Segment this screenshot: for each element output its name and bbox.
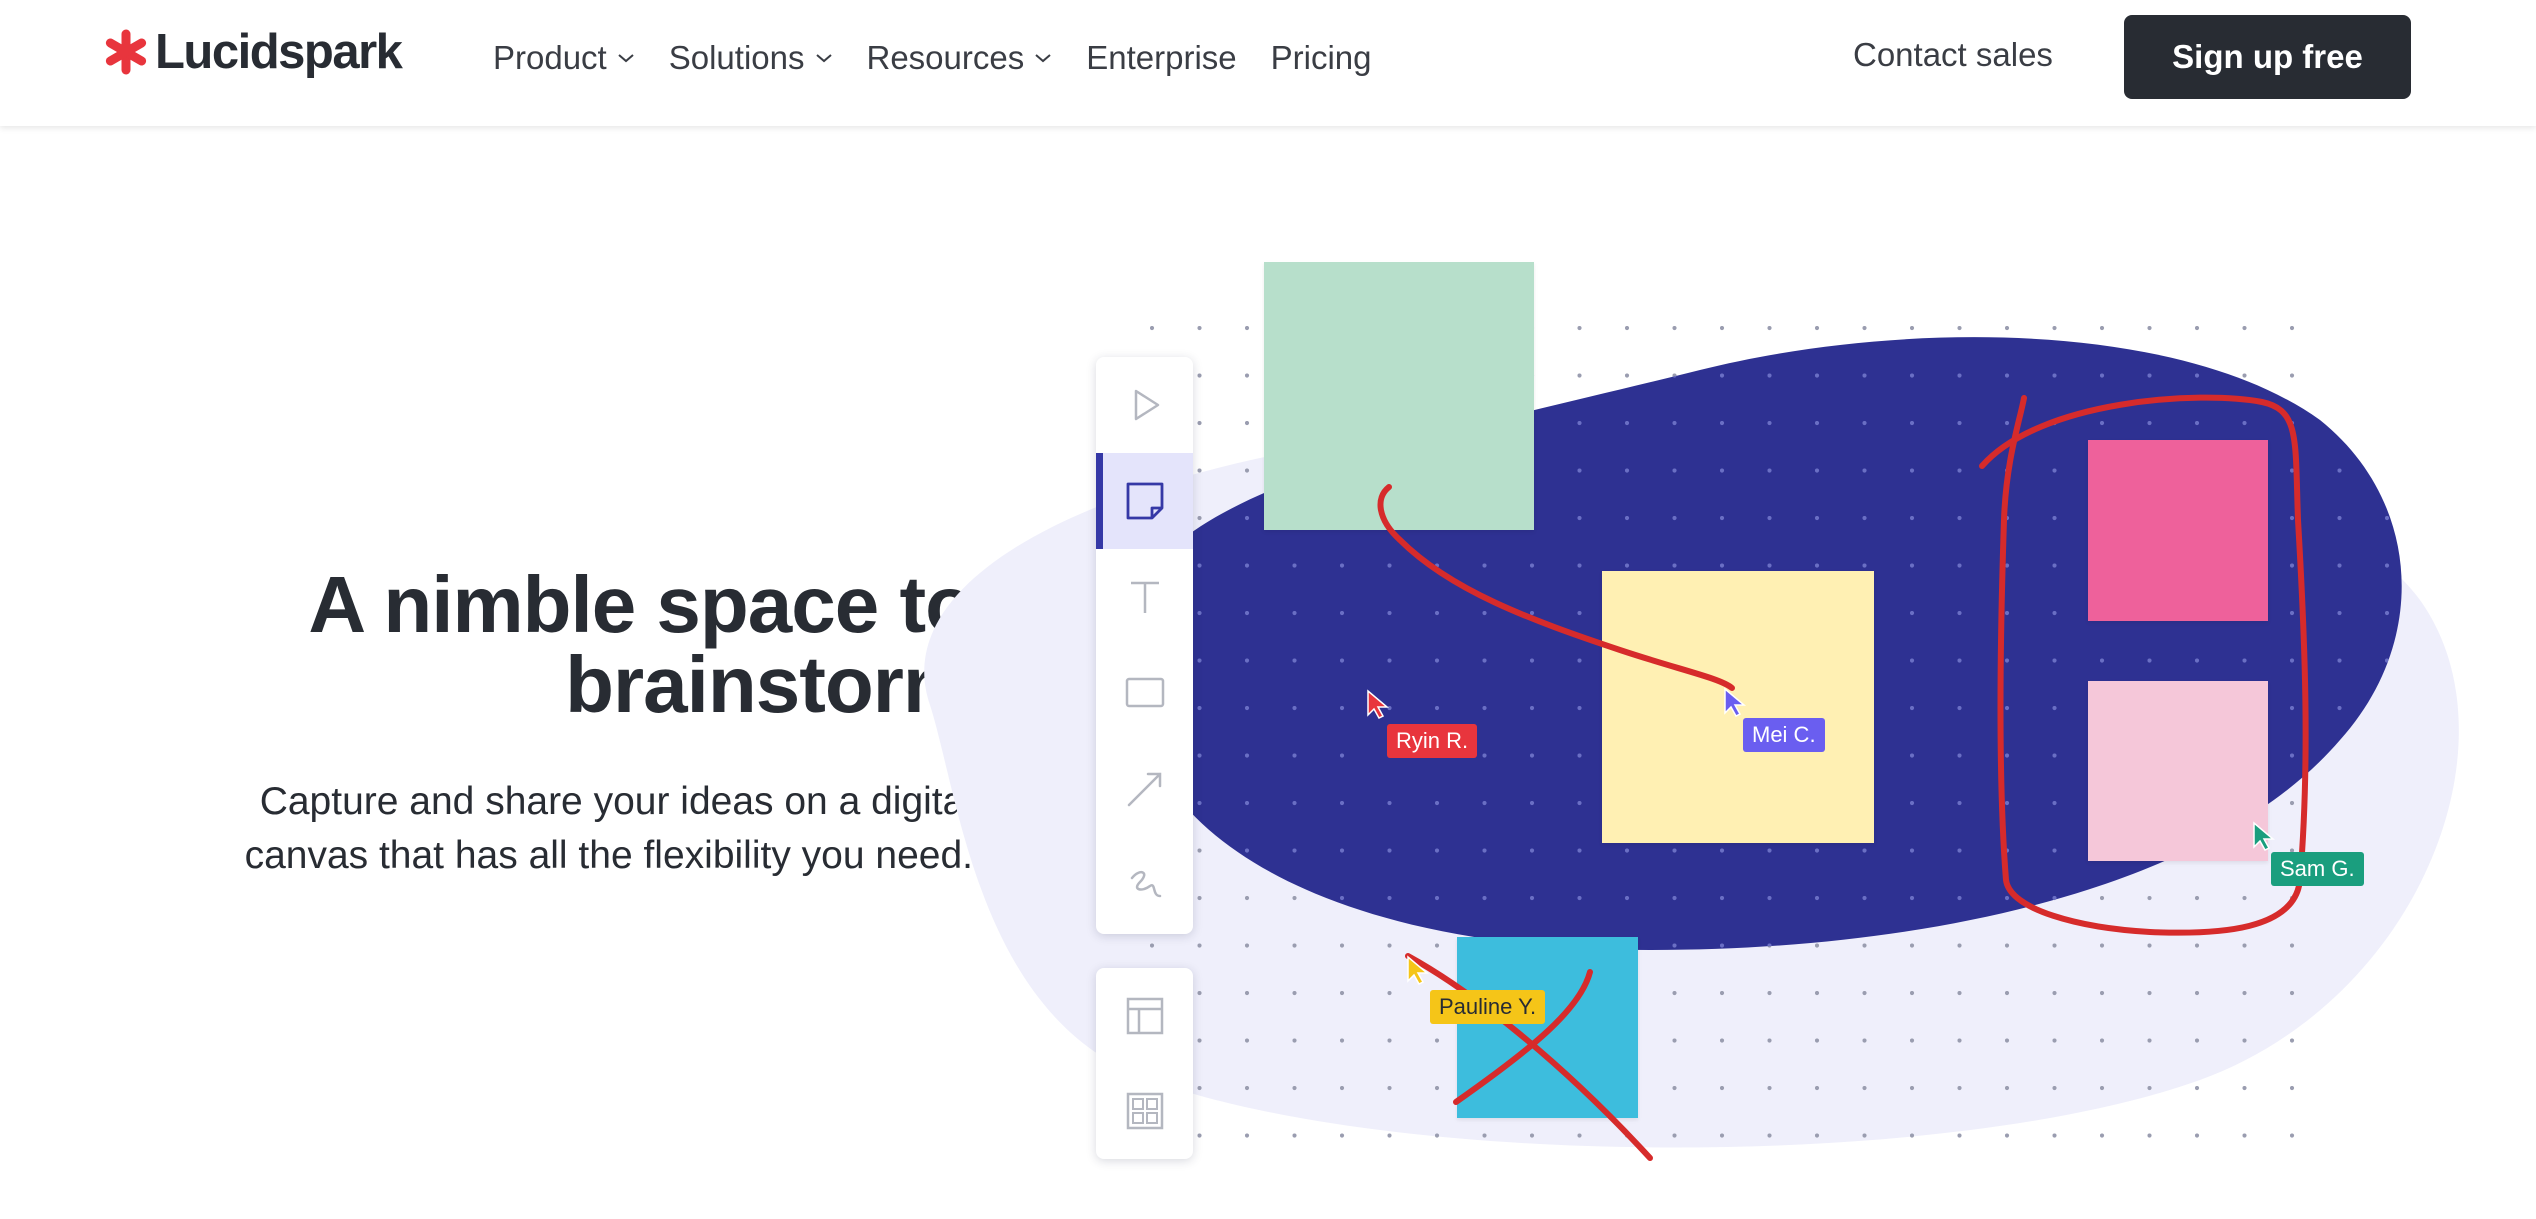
cursor-icon [1367,689,1390,719]
collaborator-tag-mei: Mei C. [1743,718,1825,752]
text-icon [1130,581,1159,613]
top-navigation-bar: Lucidspark Product Solutions Resources E… [0,0,2536,126]
chevron-down-icon [618,54,634,63]
freehand-draw-icon [1130,870,1161,898]
nav-item-enterprise[interactable]: Enterprise [1086,39,1236,77]
nav-item-label: Solutions [668,39,805,76]
asterisk-logo-icon [105,29,147,75]
rectangle-icon [1125,677,1164,708]
sticky-note-icon [1126,482,1163,520]
nav-item-label: Product [493,39,607,76]
lucidspark-logo[interactable]: Lucidspark [103,22,403,82]
nav-item-label: Pricing [1270,39,1372,76]
brainstorm-illustration: Ryin R. Mei C. Sam G. Pauline Y. [0,0,2536,1219]
cursor-icon [1407,955,1430,985]
cursor-icon [1724,687,1747,717]
tool-sticky-note[interactable] [1096,453,1193,549]
contact-sales-link[interactable]: Contact sales [1853,36,2053,74]
tool-line[interactable] [1096,741,1193,837]
tool-templates[interactable] [1096,968,1193,1064]
main-nav: Product Solutions Resources Enterprise P… [493,0,1406,116]
cursor-icon [2253,821,2276,851]
tool-grid[interactable] [1096,1063,1193,1159]
canvas-toolbar-secondary [1096,968,1193,1159]
canvas-toolbar [1096,357,1193,934]
chevron-down-icon [1035,54,1051,63]
pointer-icon [1134,389,1159,421]
nav-item-product[interactable]: Product [493,39,635,77]
nav-item-resources[interactable]: Resources [867,39,1053,77]
red-pen-strokes [1377,394,2309,1161]
collaborator-tag-ryin: Ryin R. [1387,724,1478,758]
tool-text[interactable] [1096,549,1193,645]
nav-item-pricing[interactable]: Pricing [1271,39,1372,77]
collaborator-tag-pauline: Pauline Y. [1430,990,1546,1024]
logo-text: Lucidspark [155,25,403,79]
tool-shape[interactable] [1096,645,1193,741]
nav-item-solutions[interactable]: Solutions [669,39,833,77]
sign-up-free-button[interactable]: Sign up free [2124,15,2411,99]
tool-select[interactable] [1096,357,1193,453]
collaborator-tag-sam: Sam G. [2271,852,2364,886]
grid-icon [1126,1092,1163,1130]
nav-item-label: Enterprise [1086,39,1237,76]
nav-item-label: Resources [866,39,1025,76]
template-layout-icon [1126,997,1163,1035]
chevron-down-icon [815,54,832,63]
line-arrow-icon [1127,772,1161,807]
tool-draw[interactable] [1096,837,1193,933]
